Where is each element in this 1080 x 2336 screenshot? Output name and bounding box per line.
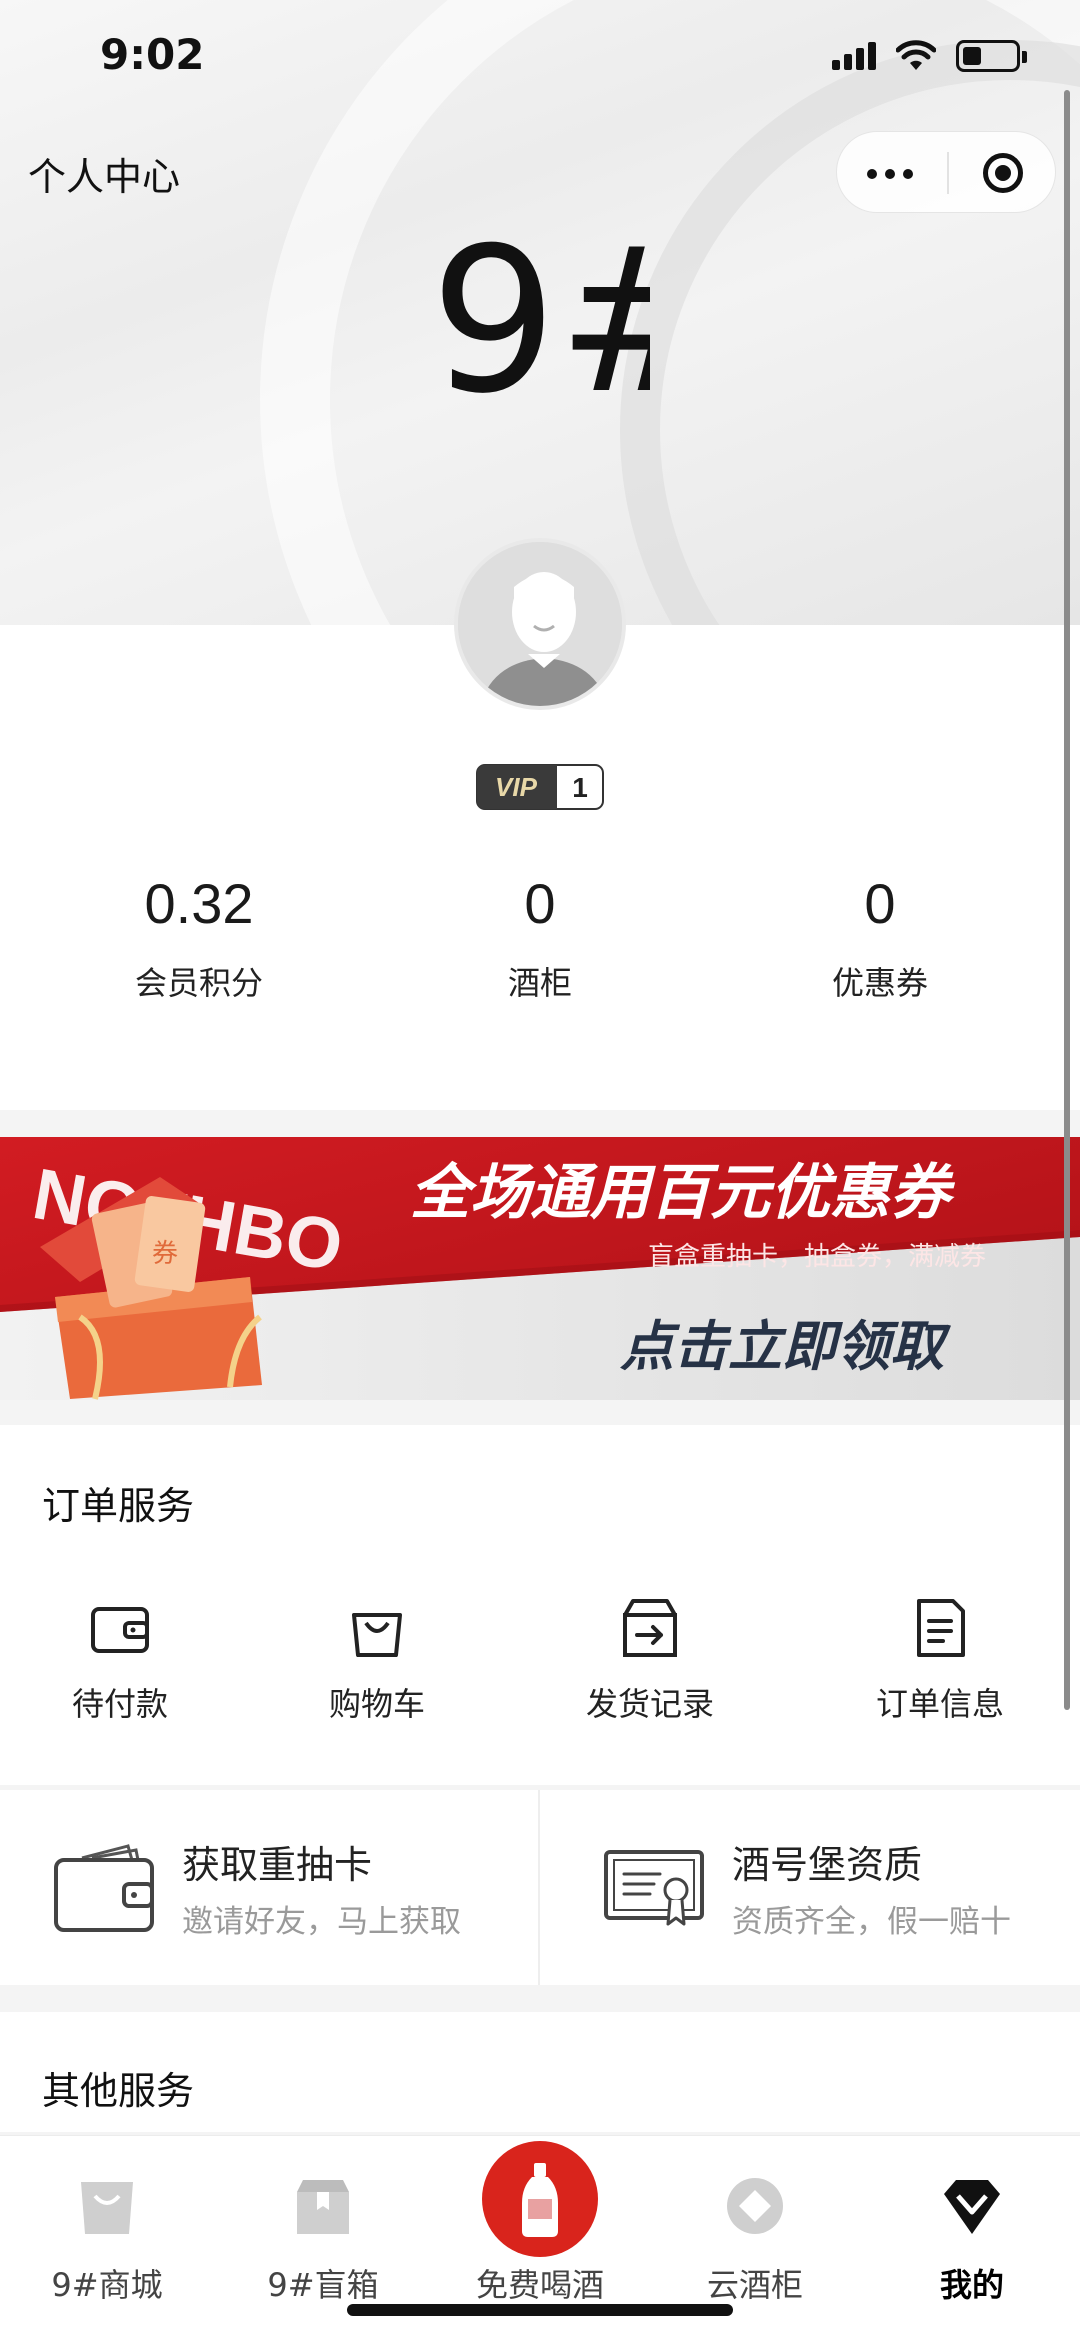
order-item-label: 待付款	[71, 1685, 168, 1723]
svg-text:9#: 9#	[430, 220, 650, 438]
order-item-info[interactable]: 订单信息	[840, 1595, 1040, 1725]
svg-text:券: 券	[152, 1239, 178, 1269]
wifi-icon	[896, 40, 936, 70]
promo-subtitle: 资质齐全，假一赔十	[732, 1904, 1011, 1940]
certificate-icon	[604, 1850, 704, 1926]
stat-label: 酒柜	[507, 964, 572, 1002]
section-title: 其他服务	[42, 2069, 195, 2113]
stat-value: 0	[864, 872, 896, 935]
promo-row: 获取重抽卡 邀请好友，马上获取 酒号堡资质 资质齐全，假一赔十	[0, 1790, 1080, 1985]
tab-profile[interactable]: 我的	[882, 2136, 1062, 2336]
home-indicator[interactable]	[347, 2304, 733, 2316]
brand-logo: 9#	[430, 220, 650, 438]
shipping-box-icon	[623, 1599, 677, 1657]
tab-label: 免费喝酒	[475, 2266, 604, 2304]
section-title: 订单服务	[42, 1484, 195, 1528]
svg-text:VIP: VIP	[495, 772, 538, 802]
coupon-banner[interactable]: NOTHBO 券 全场通用百元优惠券 盲盒重抽卡，抽盒券，满减券 点击立即领取	[0, 1137, 1080, 1400]
order-item-shipping[interactable]: 发货记录	[550, 1595, 750, 1725]
promo-redraw-card[interactable]: 获取重抽卡 邀请好友，马上获取	[0, 1790, 538, 1985]
tab-label: 9#商城	[51, 2266, 163, 2304]
default-avatar-icon	[458, 542, 622, 706]
cloud-cabinet-icon	[727, 2178, 783, 2234]
order-item-label: 发货记录	[585, 1685, 714, 1723]
bottle-icon	[482, 2141, 598, 2257]
more-button[interactable]	[837, 132, 947, 214]
order-item-cart[interactable]: 购物车	[277, 1595, 477, 1725]
order-item-pending-payment[interactable]: 待付款	[20, 1595, 220, 1725]
document-icon	[917, 1599, 965, 1657]
stat-value: 0	[524, 872, 556, 935]
avatar[interactable]	[454, 538, 626, 710]
miniprogram-capsule	[836, 131, 1056, 213]
order-item-label: 订单信息	[875, 1685, 1004, 1723]
order-service-section: 订单服务 待付款 购物车 发货记录 订单信息	[0, 1425, 1080, 1785]
stat-label: 优惠券	[831, 964, 928, 1002]
shopping-bag-icon	[352, 1613, 402, 1657]
svg-text:全场通用百元优惠券: 全场通用百元优惠券	[410, 1158, 956, 1228]
close-miniprogram-button[interactable]	[949, 132, 1057, 214]
promo-title: 获取重抽卡	[182, 1843, 373, 1887]
stat-coupons[interactable]: 0 优惠券	[760, 868, 1000, 1004]
order-item-label: 购物车	[328, 1685, 425, 1723]
stat-value: 0.32	[144, 872, 254, 935]
tab-label: 云酒柜	[706, 2266, 803, 2304]
cellular-signal-icon	[832, 42, 878, 70]
tab-label: 我的	[939, 2266, 1004, 2304]
svg-text:盲盒重抽卡，抽盒券，满减券: 盲盒重抽卡，抽盒券，满减券	[648, 1242, 986, 1272]
wallet-icon	[91, 1607, 149, 1653]
stat-points[interactable]: 0.32 会员积分	[79, 868, 319, 1004]
vip-badge: VIP 1	[476, 764, 604, 810]
page-title: 个人中心	[28, 155, 181, 199]
tab-label: 9#盲箱	[267, 2266, 379, 2304]
svg-text:点击立即领取: 点击立即领取	[620, 1315, 951, 1378]
stat-wine-cabinet[interactable]: 0 酒柜	[420, 868, 660, 1004]
other-service-section: 其他服务	[0, 2012, 1080, 2132]
blind-box-icon	[297, 2180, 349, 2234]
svg-text:1: 1	[572, 772, 588, 803]
status-bar: 9:02	[0, 0, 1080, 120]
stat-label: 会员积分	[134, 964, 263, 1002]
promo-qualification[interactable]: 酒号堡资质 资质齐全，假一赔十	[540, 1790, 1080, 1985]
battery-icon	[956, 40, 1027, 72]
promo-subtitle: 邀请好友，马上获取	[182, 1904, 461, 1940]
promo-title: 酒号堡资质	[732, 1843, 923, 1887]
store-bag-icon	[81, 2182, 133, 2234]
status-time: 9:02	[100, 30, 205, 79]
member-stats: 0.32 会员积分 0 酒柜 0 优惠券	[0, 868, 1080, 1018]
tab-store[interactable]: 9#商城	[17, 2136, 197, 2336]
wallet-card-icon	[54, 1844, 154, 1932]
diamond-profile-icon	[944, 2180, 1000, 2234]
more-dots-icon	[867, 169, 877, 179]
